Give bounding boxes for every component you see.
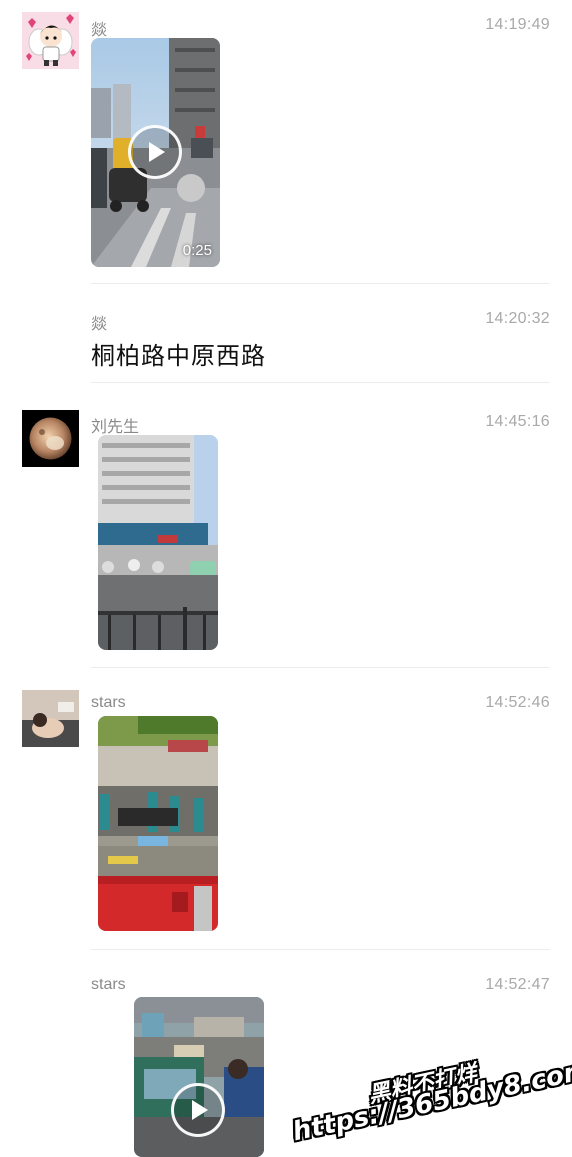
chat-message: 燚 14:19:49 0:25	[0, 0, 572, 284]
message-time: 14:52:47	[485, 976, 550, 993]
video-thumbnail[interactable]	[134, 997, 264, 1157]
message-time: 14:20:32	[485, 310, 550, 327]
message-time: 14:45:16	[485, 413, 550, 430]
play-button[interactable]	[128, 125, 182, 179]
message-time: 14:19:49	[485, 16, 550, 33]
avatar[interactable]	[22, 410, 79, 467]
sender-name: stars	[91, 976, 126, 993]
video-duration: 0:25	[182, 242, 212, 259]
avatar[interactable]	[22, 12, 79, 69]
sender-name: stars	[91, 694, 126, 711]
photo-avatar-icon	[22, 690, 79, 747]
sender-name: 刘先生	[91, 419, 140, 436]
chat-message: 刘先生 14:45:16	[0, 383, 572, 668]
chat-message: 燚 14:20:32 桐柏路中原西路	[0, 284, 572, 383]
video-thumbnail[interactable]: 0:25	[91, 38, 220, 267]
building-street-photo	[98, 435, 218, 650]
chat-message: stars 14:52:46	[0, 668, 572, 950]
message-text[interactable]: 桐柏路中原西路	[91, 336, 266, 371]
sender-name: 燚	[91, 22, 108, 39]
avatar[interactable]	[22, 690, 79, 747]
cartoon-avatar-icon	[22, 12, 79, 69]
image-thumbnail[interactable]	[98, 716, 218, 931]
play-icon	[149, 142, 165, 162]
play-button[interactable]	[171, 1083, 225, 1137]
sender-name: 燚	[91, 316, 108, 333]
planet-avatar-icon	[22, 410, 79, 467]
image-thumbnail[interactable]	[98, 435, 218, 650]
message-time: 14:52:46	[485, 694, 550, 711]
chat-message: stars 14:52:47	[0, 950, 572, 1157]
play-icon	[192, 1100, 208, 1120]
scene-photo	[98, 716, 218, 931]
